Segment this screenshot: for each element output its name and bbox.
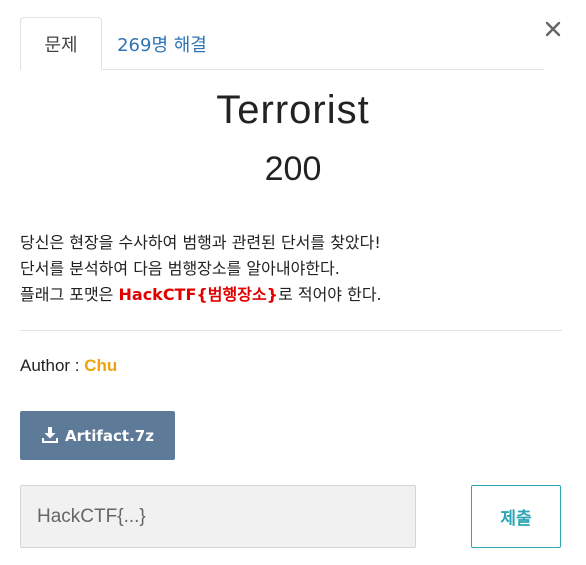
download-icon <box>42 427 59 443</box>
author-line: Author : Chu <box>20 356 117 376</box>
flag-input[interactable] <box>20 485 416 548</box>
divider <box>20 330 562 331</box>
challenge-description: 당신은 현장을 수사하여 범행과 관련된 단서를 찾았다! 단서를 분석하여 다… <box>20 230 560 308</box>
challenge-modal: 문제 269명 해결 Terrorist 200 당신은 현장을 수사하여 범행… <box>0 0 586 565</box>
download-label: Artifact.7z <box>65 426 154 445</box>
artifact-download-button[interactable]: Artifact.7z <box>20 411 175 460</box>
challenge-points: 200 <box>264 150 322 188</box>
author-name: Chu <box>84 356 118 375</box>
modal-tabs: 문제 269명 해결 <box>20 17 544 70</box>
description-line: 플래그 포맷은 HackCTF{범행장소}로 적어야 한다. <box>20 282 560 308</box>
flag-format-prefix: 플래그 포맷은 <box>20 285 119 304</box>
tab-problem[interactable]: 문제 <box>20 17 102 70</box>
challenge-title: Terrorist <box>216 88 370 132</box>
author-label: Author : <box>20 356 85 375</box>
flag-format-highlight: HackCTF{범행장소} <box>118 285 279 304</box>
tab-solvers[interactable]: 269명 해결 <box>102 17 222 70</box>
description-line: 당신은 현장을 수사하여 범행과 관련된 단서를 찾았다! <box>20 233 381 252</box>
close-icon[interactable] <box>544 20 562 38</box>
submit-button[interactable]: 제출 <box>471 485 561 548</box>
flag-format-suffix: 로 적어야 한다. <box>278 285 382 304</box>
description-line: 단서를 분석하여 다음 범행장소를 알아내야한다. <box>20 259 340 278</box>
